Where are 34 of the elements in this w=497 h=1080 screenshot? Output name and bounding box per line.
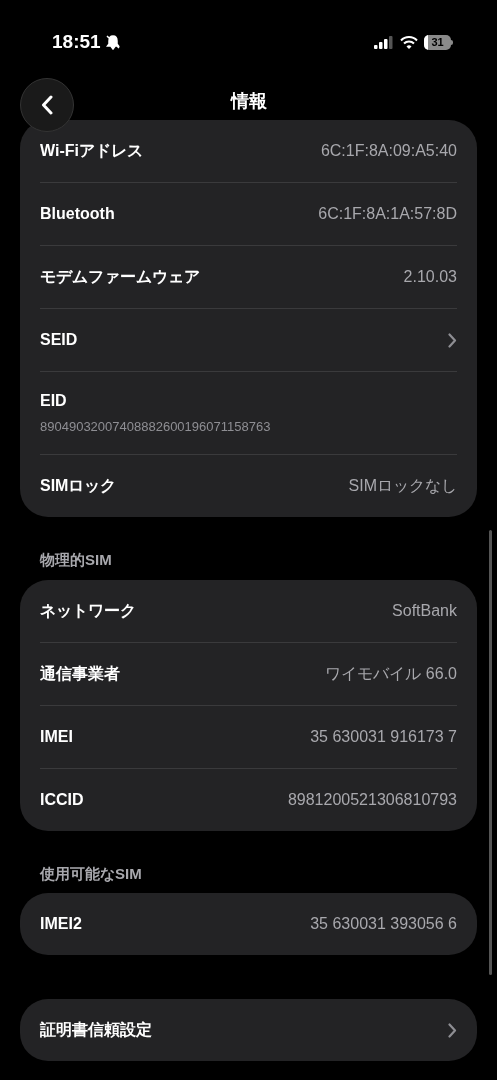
list-row[interactable]: SEID	[40, 309, 457, 371]
row-label: SIMロック	[40, 476, 117, 496]
row-label: EID	[40, 391, 68, 412]
row-value: SIMロックなし	[348, 476, 457, 496]
page-title: 情報	[230, 89, 267, 113]
row-label: ネットワーク	[40, 600, 136, 621]
section-header: 物理的SIM	[38, 550, 113, 570]
row-value: 6C:1F:8A:09:A5:40	[320, 141, 457, 161]
row-label: Bluetooth	[40, 204, 115, 224]
wifi-icon	[400, 35, 418, 49]
row-label: IMEI2	[40, 914, 82, 934]
row-label: モデムファームウェア	[40, 267, 200, 287]
back-icon	[41, 95, 53, 115]
row-value: 89049032007408882600196071158763	[40, 418, 272, 437]
row-value: 2.10.03	[403, 267, 457, 287]
muted-bell-icon	[104, 34, 121, 50]
row-value: SoftBank	[392, 600, 457, 621]
section-header: 使用可能なSIM	[38, 863, 143, 884]
chevron-icon	[448, 1022, 457, 1038]
row-label: Wi-Fiアドレス	[40, 141, 143, 161]
chevron-icon	[448, 332, 457, 348]
status-time: 18:51	[52, 29, 101, 54]
row-value: 6C:1F:8A:1A:57:8D	[318, 204, 457, 224]
list-row[interactable]: 証明書信頼設定	[40, 999, 457, 1061]
row-label: ICCID	[40, 789, 84, 810]
row-label: IMEI	[40, 726, 73, 747]
signal-icon	[374, 35, 394, 49]
row-value: ワイモバイル 66.0	[325, 663, 457, 684]
row-value: 35 630031 916173 7	[310, 726, 457, 747]
row-value: 35 630031 393056 6	[310, 914, 457, 934]
back-button[interactable]	[20, 78, 74, 132]
row-label: 通信事業者	[40, 663, 120, 684]
battery-indicator: 31	[424, 34, 453, 50]
row-value: 8981200521306810793	[287, 789, 457, 810]
